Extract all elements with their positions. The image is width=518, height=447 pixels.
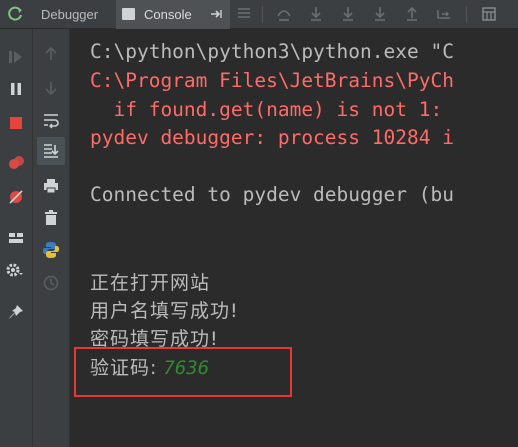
console-line: pydev debugger: process 10284 i <box>90 126 454 149</box>
tab-debugger[interactable]: Debugger <box>36 0 103 29</box>
tab-console[interactable]: Console <box>116 0 230 29</box>
menu-lines-icon[interactable] <box>236 6 252 22</box>
view-breakpoints-icon[interactable] <box>7 154 25 172</box>
step-into-icon[interactable] <box>308 6 324 22</box>
down-arrow-icon[interactable] <box>42 79 60 97</box>
layout-icon[interactable] <box>7 229 25 247</box>
run-to-cursor-icon[interactable] <box>436 6 452 22</box>
step-over-icon[interactable] <box>276 6 292 22</box>
step-out-icon[interactable] <box>404 6 420 22</box>
up-arrow-icon[interactable] <box>42 45 60 63</box>
scroll-to-end-icon[interactable] <box>42 142 60 160</box>
soft-wrap-icon[interactable] <box>42 111 60 129</box>
pause-icon[interactable] <box>7 80 25 98</box>
debug-toolbar: Debugger Console <box>0 0 518 29</box>
tab-console-label: Console <box>144 7 192 22</box>
toolbar-separator <box>262 6 263 23</box>
python-console-icon[interactable] <box>42 241 60 259</box>
pin-icon[interactable] <box>7 303 25 321</box>
console-line: C:\Program Files\JetBrains\PyCh <box>90 69 454 92</box>
mute-breakpoints-icon[interactable] <box>7 188 25 206</box>
print-icon[interactable] <box>42 177 60 195</box>
stop-icon[interactable] <box>7 114 25 132</box>
trash-icon[interactable] <box>42 209 60 227</box>
console-line: 正在打开网站 <box>90 272 211 294</box>
step-into-my-code-icon[interactable] <box>340 6 356 22</box>
evaluate-expression-icon[interactable] <box>481 6 497 22</box>
rerun-icon[interactable] <box>8 6 24 22</box>
captcha-highlight-box <box>74 347 292 397</box>
debug-actions-column <box>0 29 33 447</box>
force-step-into-icon[interactable] <box>372 6 388 22</box>
history-clock-icon[interactable] <box>42 274 60 292</box>
console-icon <box>122 8 135 20</box>
settings-gear-icon[interactable] <box>5 261 23 279</box>
console-line: Connected to pydev debugger (bu <box>90 183 454 206</box>
console-line: 用户名填写成功! <box>90 300 239 322</box>
console-line: if found.get(name) is not 1: <box>90 98 443 121</box>
pin-tab-icon[interactable] <box>210 7 224 21</box>
console-line: C:\python\python3\python.exe "C <box>90 40 454 63</box>
resume-icon[interactable] <box>7 48 25 66</box>
console-actions-column <box>33 29 70 447</box>
toolbar-separator <box>466 6 467 23</box>
